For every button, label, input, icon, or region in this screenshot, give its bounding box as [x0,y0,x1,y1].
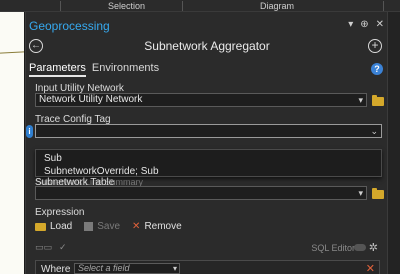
tab-environments[interactable]: Environments [92,62,159,77]
remove-clause-icon[interactable]: ✕ [366,262,375,274]
ribbon-separator [182,1,183,11]
remove-button[interactable]: ✕ Remove [132,221,182,232]
folder-icon[interactable] [372,95,384,106]
clause-mode-icon[interactable]: ▭▭ [35,242,52,254]
sql-editor-toggle[interactable] [354,244,366,251]
pin-icon[interactable]: ⊕ [360,19,368,30]
ribbon-strip: Selection Diagram [0,0,400,12]
save-label: Save [97,221,121,232]
map-view[interactable] [0,12,25,274]
pane-title: Geoprocessing [29,19,110,33]
chevron-down-icon[interactable]: ▾ [173,264,177,273]
gear-icon[interactable]: ✲ [369,241,378,254]
chevron-down-icon[interactable]: ⌄ [370,125,378,137]
pane-options-icon[interactable]: ▾ [348,19,353,30]
load-button[interactable]: Load [35,221,72,232]
folder-icon [35,222,46,231]
pane-titlebar: Geoprocessing ▾ ⊕ ✕ [26,16,388,34]
expression-label: Expression [35,207,85,218]
add-icon[interactable]: + [368,39,382,53]
chevron-down-icon[interactable]: ▾ [358,187,363,199]
verify-icon[interactable]: ✓ [59,242,67,254]
tool-title: Subnetwork Aggregator [144,39,270,53]
dropdown-option[interactable]: Sub [44,153,62,164]
tab-parameters[interactable]: Parameters [29,62,86,77]
ribbon-tab-selection[interactable]: Selection [108,0,145,12]
subnetwork-table-field[interactable]: ▾ [35,186,367,200]
pane-controls: ▾ ⊕ ✕ [348,19,384,30]
save-button[interactable]: Save [84,221,120,232]
expression-toolbar: ▭▭ ✓ SQL Editor ✲ [35,242,380,256]
input-utility-network-value: Network Utility Network [39,94,143,105]
folder-icon[interactable] [372,188,384,199]
trace-config-dropdown: Sub SubnetworkOverride; Sub [35,149,382,177]
adjacent-pane-edge [387,12,400,274]
where-label: Where [41,264,71,274]
where-clause-row: Where Select a field ▾ ✕ [35,260,380,274]
load-label: Load [50,221,73,232]
sql-editor-label: SQL Editor [311,243,355,253]
save-icon [84,222,94,231]
trace-config-tag-field[interactable]: ⌄ [35,124,382,138]
select-field-placeholder: Select a field [78,263,130,273]
tool-tabs: Parameters Environments [29,62,159,77]
input-utility-network-field[interactable]: Network Utility Network ▾ [35,93,367,107]
select-field-dropdown[interactable]: Select a field ▾ [74,263,180,274]
help-icon[interactable]: ? [371,63,383,75]
expression-actions: Load Save ✕ Remove [35,221,194,232]
ribbon-separator [60,1,61,11]
ribbon-tab-diagram[interactable]: Diagram [260,0,294,12]
geoprocessing-pane: Geoprocessing ▾ ⊕ ✕ ← Subnetwork Aggrega… [25,12,387,274]
close-icon[interactable]: ✕ [376,19,384,30]
remove-label: Remove [144,221,182,232]
info-icon[interactable]: i [26,125,33,138]
map-feature-line [0,51,25,54]
remove-icon: ✕ [132,221,141,232]
ribbon-separator [383,1,384,11]
chevron-down-icon[interactable]: ▾ [358,94,363,106]
dropdown-option[interactable]: SubnetworkOverride; Sub [44,166,159,177]
